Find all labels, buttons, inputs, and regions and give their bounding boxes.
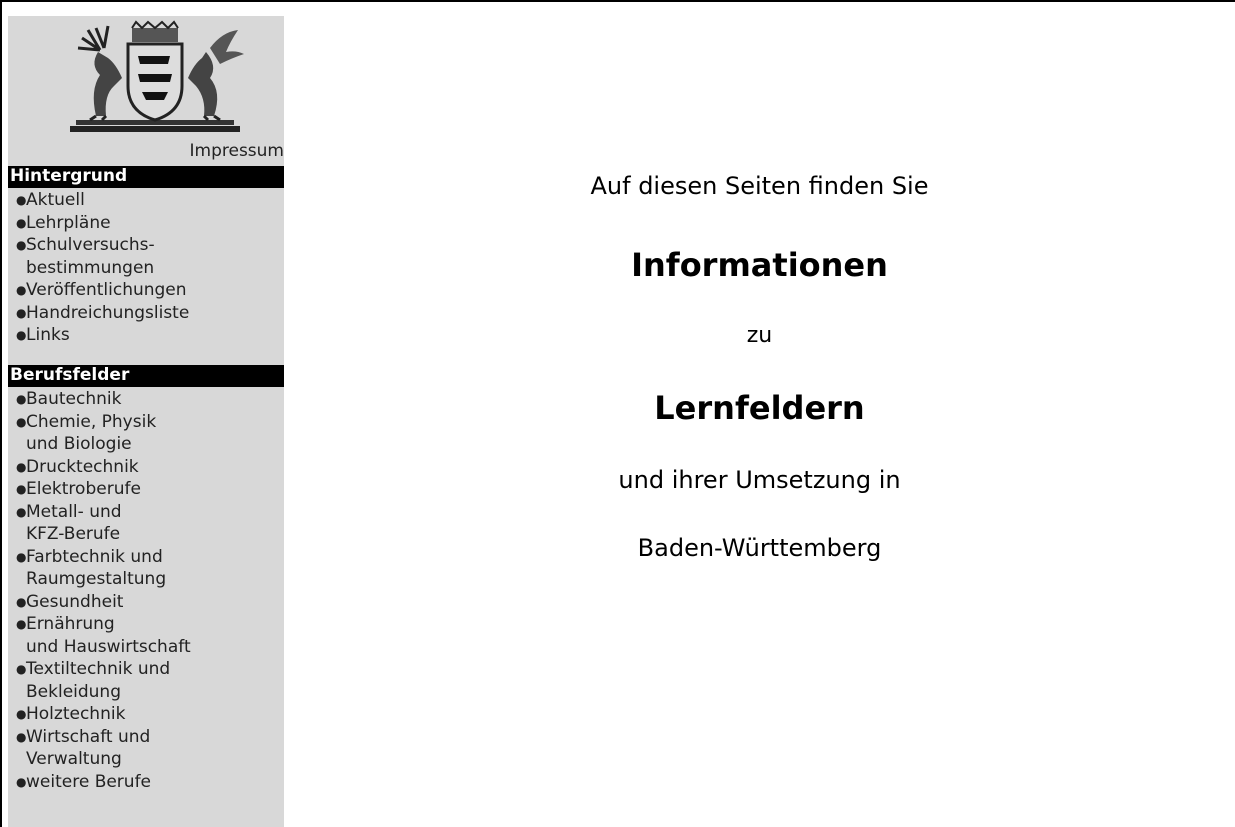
- window-left-border: [0, 0, 2, 827]
- nav-item-veroeffentlichungen[interactable]: ● Veröffentlichungen: [8, 279, 284, 302]
- main-content: Auf diesen Seiten finden Sie Information…: [284, 0, 1235, 827]
- nav-link[interactable]: Elektroberufe: [26, 479, 141, 499]
- nav-link-line1: Farbtechnik und: [26, 546, 163, 567]
- nav-link-line2: und Hauswirtschaft: [26, 636, 191, 657]
- bullet-icon: ●: [16, 482, 27, 496]
- nav-item-schulversuchsbestimmungen[interactable]: ● Schulversuchs-bestimmungen: [8, 234, 284, 279]
- nav-link-line2: und Biologie: [26, 434, 132, 454]
- bullet-icon: ●: [16, 662, 27, 676]
- nav-link[interactable]: Chemie, Physik und Biologie: [26, 412, 156, 455]
- nav-link-line2: Raumgestaltung: [26, 569, 167, 589]
- nav-item-textiltechnik[interactable]: ● Textiltechnik und Bekleidung: [8, 658, 284, 703]
- headline-lernfeldern: Lernfeldern: [654, 389, 865, 427]
- bullet-icon: ●: [16, 774, 27, 789]
- nav-list-berufsfelder: ● Bautechnik ● Chemie, Physik und Biologie …: [8, 388, 284, 793]
- nav-link-line2: bestimmungen: [26, 257, 155, 278]
- nav-link[interactable]: Holztechnik: [26, 704, 125, 724]
- bullet-icon: ●: [16, 238, 27, 252]
- subline-umsetzung: und ihrer Umsetzung in: [618, 466, 901, 494]
- coat-of-arms-logo: [70, 20, 244, 132]
- nav-link[interactable]: Schulversuchs-bestimmungen: [26, 235, 155, 278]
- bullet-icon: ●: [16, 504, 27, 519]
- nav-link[interactable]: weitere Berufe: [26, 772, 151, 792]
- bullet-icon: ●: [16, 459, 27, 474]
- nav-item-elektroberufe[interactable]: ● Elektroberufe: [8, 478, 284, 501]
- nav-link[interactable]: Handreichungsliste: [26, 303, 189, 323]
- impressum-link[interactable]: Impressum: [190, 141, 285, 161]
- bullet-icon: ●: [16, 549, 27, 564]
- nav-item-holztechnik[interactable]: ● Holztechnik: [8, 703, 284, 726]
- bullet-icon: ●: [16, 283, 27, 297]
- bullet-icon: ●: [16, 707, 27, 721]
- nav-link-line2: Verwaltung: [26, 749, 122, 769]
- nav-item-aktuell[interactable]: ● Aktuell: [8, 189, 284, 212]
- nav-item-drucktechnik[interactable]: ● Drucktechnik: [8, 456, 284, 479]
- sidebar: Impressum Hintergrund ● Aktuell ● Lehrplän…: [8, 16, 284, 827]
- nav-link-line1: Textiltechnik und: [26, 659, 171, 679]
- nav-item-wirtschaft[interactable]: ● Wirtschaft und Verwaltung: [8, 726, 284, 771]
- nav-link[interactable]: Farbtechnik und Raumgestaltung: [26, 547, 166, 590]
- bullet-icon: ●: [16, 328, 27, 342]
- nav-link[interactable]: Bautechnik: [26, 389, 121, 409]
- nav-list-hintergrund: ● Aktuell ● Lehrpläne ● Schulversuchs-besti…: [8, 189, 284, 347]
- nav-link[interactable]: Veröffentlichungen: [26, 280, 187, 300]
- section-header-hintergrund: Hintergrund: [8, 166, 284, 188]
- intro-text: Auf diesen Seiten finden Sie: [590, 172, 929, 200]
- nav-link[interactable]: Textiltechnik und Bekleidung: [26, 659, 170, 702]
- nav-link[interactable]: Wirtschaft und Verwaltung: [26, 727, 150, 770]
- nav-link[interactable]: Aktuell: [26, 190, 85, 210]
- bullet-icon: ●: [16, 617, 27, 631]
- nav-item-bautechnik[interactable]: ● Bautechnik: [8, 388, 284, 411]
- nav-link[interactable]: Metall- und KFZ-Berufe: [26, 502, 122, 545]
- nav-item-weitere-berufe[interactable]: ● weitere Berufe: [8, 771, 284, 794]
- nav-item-gesundheit[interactable]: ● Gesundheit: [8, 591, 284, 614]
- bullet-icon: ●: [16, 729, 27, 744]
- nav-item-farbtechnik[interactable]: ● Farbtechnik und Raumgestaltung: [8, 546, 284, 591]
- nav-link[interactable]: Lehrpläne: [26, 213, 111, 233]
- nav-link[interactable]: Links: [26, 325, 70, 345]
- nav-item-ernaehrung[interactable]: ● Ernährung und Hauswirtschaft: [8, 613, 284, 658]
- nav-link-line1: Metall- und: [26, 501, 122, 522]
- nav-link-line2: KFZ-Berufe: [26, 524, 121, 544]
- nav-link[interactable]: Gesundheit: [26, 592, 123, 612]
- bullet-icon: ●: [16, 392, 27, 406]
- nav-item-links[interactable]: ● Links: [8, 324, 284, 347]
- subline-region: Baden-Württemberg: [637, 534, 882, 562]
- nav-item-chemie[interactable]: ● Chemie, Physik und Biologie: [8, 411, 284, 456]
- nav-link-line1: Schulversuchs-: [26, 235, 155, 255]
- headline-informationen: Informationen: [631, 246, 888, 284]
- nav-item-lehrplaene[interactable]: ● Lehrpläne: [8, 212, 284, 235]
- nav-link-line1: Ernährung: [26, 614, 115, 634]
- bullet-icon: ●: [16, 305, 27, 320]
- nav-link[interactable]: Drucktechnik: [26, 457, 139, 477]
- bullet-icon: ●: [16, 414, 27, 429]
- bullet-icon: ●: [16, 215, 27, 230]
- bullet-icon: ●: [16, 594, 27, 609]
- nav-link-line2: Bekleidung: [26, 681, 122, 702]
- nav-item-metall[interactable]: ● Metall- und KFZ-Berufe: [8, 501, 284, 546]
- section-header-berufsfelder: Berufsfelder: [8, 365, 284, 387]
- nav-link[interactable]: Ernährung und Hauswirtschaft: [26, 614, 191, 657]
- bullet-icon: ●: [16, 193, 27, 207]
- connector-text: zu: [746, 323, 773, 348]
- nav-item-handreichungsliste[interactable]: ● Handreichungsliste: [8, 302, 284, 325]
- nav-link-line1: Wirtschaft und: [26, 726, 151, 747]
- nav-link-line1: Chemie, Physik: [26, 411, 157, 432]
